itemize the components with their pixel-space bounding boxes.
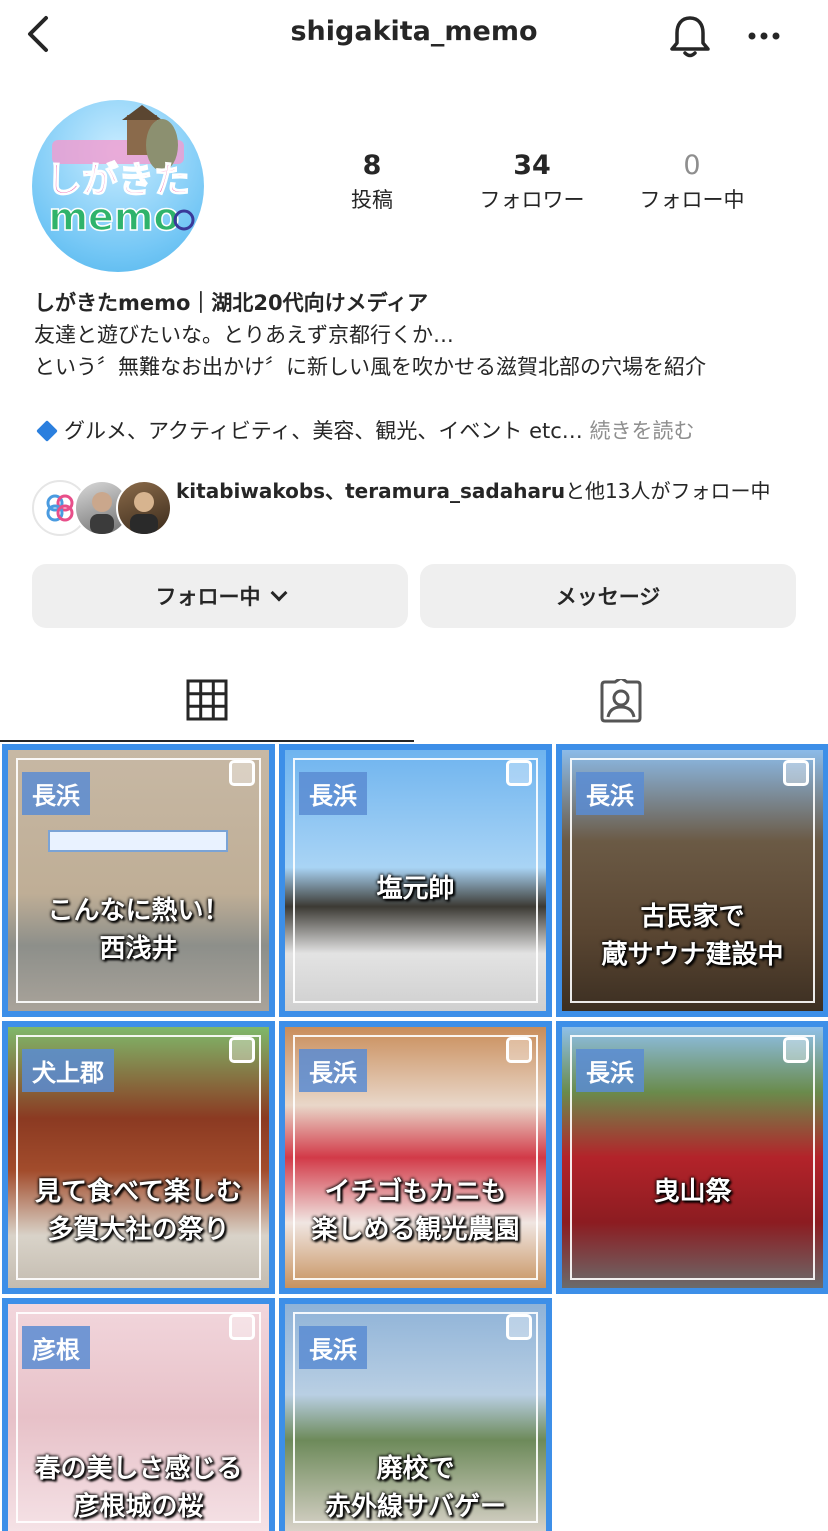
- blue-diamond-icon: [36, 420, 58, 442]
- chevron-down-icon: [270, 584, 287, 602]
- post-caption-line-1: イチゴもカニも: [324, 1177, 507, 1207]
- message-button[interactable]: メッセージ: [420, 564, 796, 628]
- post-caption-line-2: 蔵サウナ建設中: [601, 940, 784, 970]
- post-caption-line-1: 曳山祭: [653, 1177, 732, 1207]
- post-location-tag: 長浜: [576, 772, 644, 815]
- post-tile[interactable]: 長浜 こんなに熱い！ 西浅井: [2, 744, 275, 1017]
- stat-following-label: フォロー中: [639, 188, 745, 212]
- profile-avatar[interactable]: しがきた memo: [32, 100, 204, 272]
- post-location-tag: 長浜: [299, 1049, 367, 1092]
- post-caption-line-2: 楽しめる観光農園: [311, 1215, 520, 1245]
- post-caption-line-2: 多賀大社の祭り: [47, 1215, 230, 1245]
- multi-select-icon: [506, 1314, 532, 1340]
- bio-line-1: 友達と遊びたいな。とりあえず京都行くか‥.: [34, 323, 454, 347]
- post-caption-line-1: 古民家で: [640, 902, 745, 932]
- following-button-label: フォロー中: [155, 585, 261, 609]
- bio-spacer: [34, 383, 804, 415]
- following-button[interactable]: フォロー中: [32, 564, 408, 628]
- stat-posts[interactable]: 8 投稿: [292, 150, 452, 214]
- mutual-followers[interactable]: kitabiwakobs、teramura_sadaharuと他13人がフォロー…: [32, 476, 812, 540]
- bio-line-3-row: グルメ、アクティビティ、美容、観光、イベント etc… 続きを読む: [34, 415, 804, 447]
- stat-posts-label: 投稿: [351, 188, 393, 212]
- post-location-tag: 長浜: [22, 772, 90, 815]
- message-button-label: メッセージ: [555, 585, 661, 609]
- mutual-suffix: と他13人がフォロー中: [565, 479, 771, 503]
- post-caption-line-2: 西浅井: [99, 934, 178, 964]
- post-caption-line-1: 見て食べて楽しむ: [35, 1177, 242, 1207]
- post-tile[interactable]: 長浜 古民家で 蔵サウナ建設中: [556, 744, 828, 1017]
- post-location-tag: 長浜: [299, 1326, 367, 1369]
- stat-followers-count: 34: [513, 150, 551, 181]
- profile-bio: しがきたmemo｜湖北20代向けメディア 友達と遊びたいな。とりあえず京都行くか…: [34, 287, 804, 447]
- profile-display-name: しがきたmemo｜湖北20代向けメディア: [34, 291, 429, 315]
- post-tile[interactable]: 長浜 廃校で 赤外線サバゲー: [279, 1298, 552, 1531]
- post-tile[interactable]: 長浜 塩元帥: [279, 744, 552, 1017]
- stat-posts-count: 8: [362, 150, 382, 181]
- post-tile[interactable]: 犬上郡 見て食べて楽しむ 多賀大社の祭り: [2, 1021, 275, 1294]
- stat-followers[interactable]: 34 フォロワー: [452, 150, 612, 214]
- post-location-tag: 犬上郡: [22, 1049, 114, 1092]
- multi-select-icon: [229, 1037, 255, 1063]
- top-bar: shigakita_memo: [0, 0, 828, 70]
- multi-select-icon: [506, 760, 532, 786]
- avatar-subtitle-text: memo: [48, 195, 179, 239]
- post-location-tag: 長浜: [576, 1049, 644, 1092]
- multi-select-icon: [783, 1037, 809, 1063]
- person-photo-icon: [130, 492, 158, 534]
- tab-tagged[interactable]: [414, 660, 828, 742]
- post-caption-line-1: こんなに熱い！: [47, 896, 230, 926]
- post-tile[interactable]: 長浜 曳山祭: [556, 1021, 828, 1294]
- stat-following-count: 0: [683, 150, 701, 181]
- post-location-tag: 彦根: [22, 1326, 90, 1369]
- read-more-link[interactable]: 続きを読む: [590, 419, 695, 443]
- bio-line-2: という〞無難なお出かけ〞に新しい風を吹かせる滋賀北部の穴場を紹介: [34, 355, 706, 379]
- mutual-avatar-3: [116, 480, 172, 536]
- tagged-person-icon: [600, 679, 642, 723]
- bio-line-3: グルメ、アクティビティ、美容、観光、イベント etc…: [64, 419, 583, 443]
- post-caption-line-1: 春の美しさ感じる: [34, 1454, 243, 1484]
- stat-followers-label: フォロワー: [479, 188, 585, 212]
- multi-select-icon: [783, 760, 809, 786]
- grid-icon: [186, 679, 228, 721]
- bell-icon[interactable]: [664, 10, 716, 62]
- tab-posts-grid[interactable]: [0, 660, 414, 742]
- post-caption-line-2: 赤外線サバゲー: [325, 1492, 506, 1522]
- multi-select-icon: [506, 1037, 532, 1063]
- post-tile[interactable]: 彦根 春の美しさ感じる 彦根城の桜: [2, 1298, 275, 1531]
- profile-tabs: [0, 660, 828, 742]
- post-caption-line-2: 彦根城の桜: [73, 1492, 204, 1522]
- multi-select-icon: [229, 1314, 255, 1340]
- mutual-names: kitabiwakobs、teramura_sadaharu: [176, 479, 566, 503]
- more-options-icon[interactable]: [740, 14, 788, 58]
- multi-select-icon: [229, 760, 255, 786]
- post-tile[interactable]: 長浜 イチゴもカニも 楽しめる観光農園: [279, 1021, 552, 1294]
- post-caption-line-1: 塩元帥: [376, 874, 455, 904]
- post-caption-line-1: 廃校で: [376, 1454, 455, 1484]
- mutual-followers-text: kitabiwakobs、teramura_sadaharuと他13人がフォロー…: [176, 476, 816, 506]
- post-location-tag: 長浜: [299, 772, 367, 815]
- avatar-logo: しがきた memo: [45, 105, 195, 240]
- stat-following[interactable]: 0 フォロー中: [612, 150, 772, 214]
